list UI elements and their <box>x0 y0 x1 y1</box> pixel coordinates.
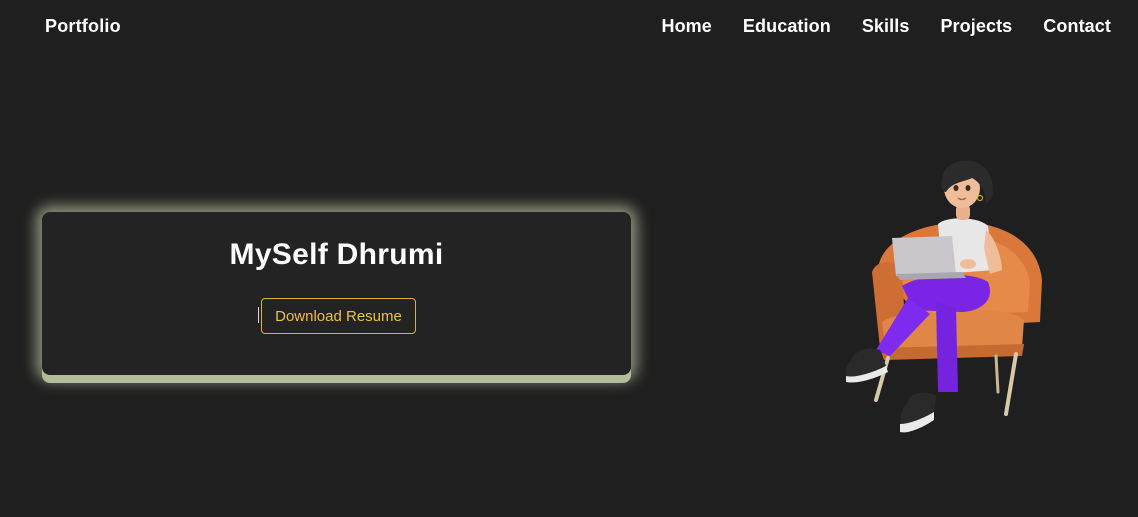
page: Portfolio Home Education Skills Projects… <box>0 0 1138 517</box>
nav-link-home[interactable]: Home <box>661 16 711 37</box>
nav-links: Home Education Skills Projects Contact <box>661 16 1111 37</box>
nav-link-projects[interactable]: Projects <box>940 16 1012 37</box>
brand-logo[interactable]: Portfolio <box>45 16 121 37</box>
download-resume-button[interactable]: Download Resume <box>261 298 416 334</box>
nav-link-education[interactable]: Education <box>743 16 831 37</box>
navbar: Portfolio Home Education Skills Projects… <box>0 0 1138 54</box>
woman-with-laptop-illustration <box>845 160 1042 433</box>
nav-link-contact[interactable]: Contact <box>1043 16 1111 37</box>
hero-title: MySelf Dhrumi <box>229 238 444 271</box>
nav-link-skills[interactable]: Skills <box>862 16 910 37</box>
text-caret <box>258 307 259 323</box>
hero-card: MySelf Dhrumi Download Resume <box>42 212 631 375</box>
